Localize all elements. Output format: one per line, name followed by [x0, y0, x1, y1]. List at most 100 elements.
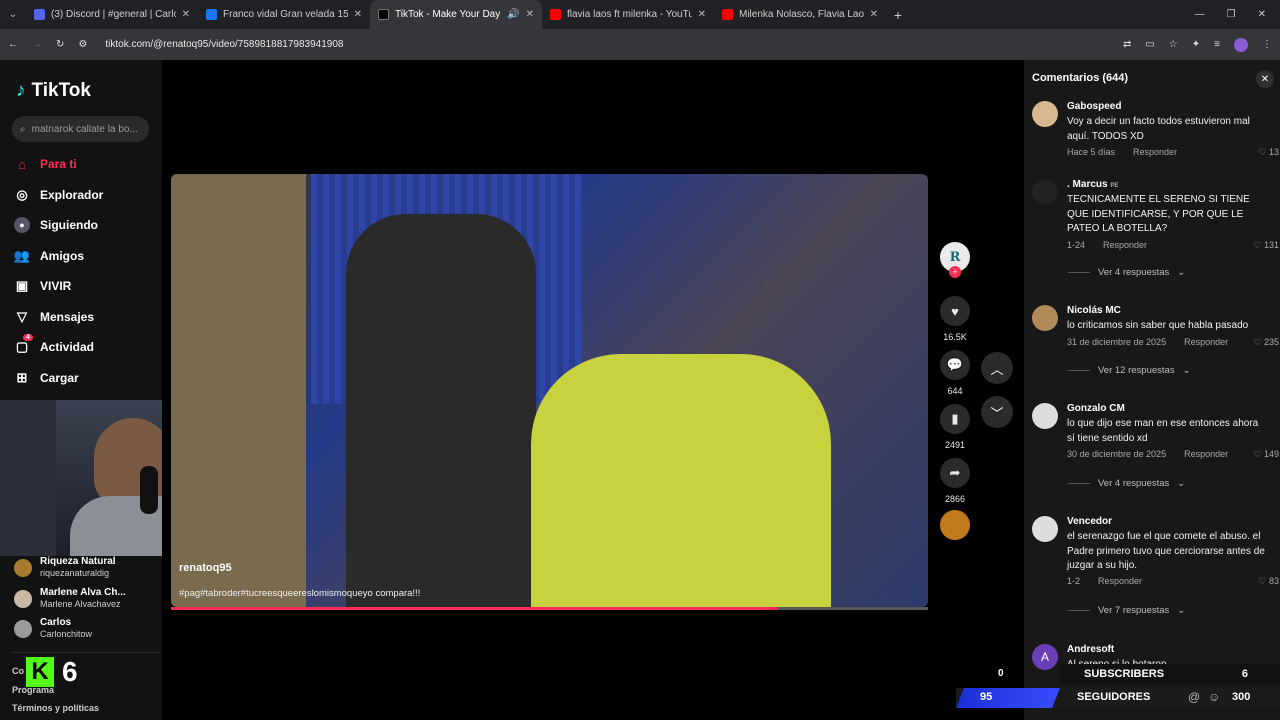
like-button[interactable]: ♥ 16.5K: [940, 296, 970, 342]
video-author[interactable]: renatoq95: [179, 562, 232, 574]
like-count: 16.5K: [943, 332, 967, 342]
like-comment-button[interactable]: ♡ 83: [1258, 576, 1279, 587]
reading-list-icon[interactable]: ≡: [1214, 39, 1220, 50]
browser-tab[interactable]: flavia laos ft milenka - YouTube ✕: [542, 0, 714, 29]
comment-user[interactable]: Andresoft: [1067, 644, 1114, 655]
close-icon[interactable]: ✕: [182, 9, 190, 20]
bookmark-star-icon[interactable]: ☆: [1169, 39, 1178, 50]
browser-tab-active[interactable]: TikTok - Make Your Day 🔊 ✕: [370, 0, 542, 29]
following-account[interactable]: Carlos Carlonchitow: [14, 617, 92, 640]
author-avatar-button[interactable]: R +: [940, 242, 970, 278]
reply-button[interactable]: Responder: [1133, 147, 1177, 158]
comment-user[interactable]: Gonzalo CM: [1067, 403, 1125, 414]
close-icon[interactable]: ✕: [698, 9, 706, 20]
nav-vivir[interactable]: ▣ VIVIR: [14, 278, 72, 294]
following-account[interactable]: Riqueza Natural riquezanaturaldig: [14, 556, 116, 579]
comment-user[interactable]: Nicolás MC: [1067, 305, 1121, 316]
share-button[interactable]: ➦ 2866: [940, 458, 970, 504]
emoji-icon[interactable]: ☺: [1208, 690, 1220, 704]
close-icon: ✕: [1260, 73, 1270, 85]
site-info-icon[interactable]: ⚙: [78, 39, 87, 50]
microphone: [140, 466, 158, 514]
back-icon[interactable]: ←: [8, 39, 18, 50]
close-icon[interactable]: ✕: [354, 9, 362, 20]
minimize-icon[interactable]: —: [1195, 9, 1205, 20]
nav-label: Siguiendo: [40, 218, 98, 232]
like-comment-button[interactable]: ♡ 235: [1253, 337, 1279, 348]
view-replies-label: Ver 12 respuestas: [1098, 365, 1175, 376]
browser-tab[interactable]: Franco vidal Gran velada 15 de ✕: [198, 0, 370, 29]
new-tab-icon[interactable]: +: [886, 7, 910, 23]
divider: [1068, 272, 1090, 273]
following-account[interactable]: Marlene Alva Ch... Marlene Alvachavez: [14, 587, 126, 610]
view-replies-button[interactable]: Ver 4 respuestas ⌄: [1068, 267, 1185, 278]
address-bar[interactable]: tiktok.com/@renatoq95/video/758981881798…: [101, 34, 1109, 56]
comment-button[interactable]: 💬 644: [940, 350, 970, 396]
like-comment-button[interactable]: ♡ 13: [1258, 147, 1279, 158]
nav-siguiendo[interactable]: ● Siguiendo: [14, 217, 98, 233]
nav-cargar[interactable]: ⊞ Cargar: [14, 370, 79, 386]
chevron-down-icon: ⌄: [1177, 605, 1186, 616]
tab-search-icon[interactable]: ⌄: [0, 9, 26, 20]
reload-icon[interactable]: ↻: [56, 39, 64, 50]
browser-tab[interactable]: (3) Discord | #general | Carlonc ✕: [26, 0, 198, 29]
browser-tab[interactable]: Milenka Nolasco, Flavia Laos - | ✕: [714, 0, 886, 29]
avatar: [14, 558, 32, 577]
close-icon[interactable]: ✕: [526, 9, 534, 20]
translate-icon[interactable]: ⇄: [1123, 39, 1131, 50]
avatar[interactable]: A: [1032, 644, 1058, 670]
view-replies-button[interactable]: Ver 7 respuestas ⌄: [1068, 605, 1185, 616]
music-disc[interactable]: [940, 510, 970, 540]
view-replies-button[interactable]: Ver 4 respuestas ⌄: [1068, 478, 1185, 489]
avatar[interactable]: [1032, 516, 1058, 542]
comment-user[interactable]: Vencedor: [1067, 516, 1112, 527]
close-icon[interactable]: ✕: [870, 9, 878, 20]
next-video-button[interactable]: ﹀: [981, 396, 1013, 428]
speaker-icon[interactable]: 🔊: [507, 9, 519, 20]
reply-button[interactable]: Responder: [1184, 337, 1228, 348]
footer-link[interactable]: Términos y políticas: [12, 703, 99, 713]
nav-amigos[interactable]: 👥 Amigos: [14, 248, 84, 264]
nav-para-ti[interactable]: ⌂ Para ti: [14, 156, 77, 172]
search-input[interactable]: ⌕ matnarok callate la bo...: [12, 116, 149, 142]
divider: [1068, 370, 1090, 371]
follow-plus-icon[interactable]: +: [949, 266, 961, 278]
nav-actividad[interactable]: ▢ 4 Actividad: [14, 334, 94, 355]
tiktok-note-icon: ♪: [16, 80, 26, 101]
nav-label: Para ti: [40, 157, 77, 171]
previous-video-button[interactable]: ︿: [981, 352, 1013, 384]
profile-avatar[interactable]: [1234, 37, 1248, 52]
menu-icon[interactable]: ⋮: [1262, 39, 1272, 50]
extensions-icon[interactable]: ✦: [1192, 39, 1200, 50]
reply-button[interactable]: Responder: [1103, 240, 1147, 251]
footer-link[interactable]: Co: [12, 666, 24, 676]
restore-icon[interactable]: ❐: [1227, 9, 1236, 20]
like-comment-button[interactable]: ♡ 131: [1253, 240, 1279, 251]
browser-toolbar: ← → ↻ ⚙ tiktok.com/@renatoq95/video/7589…: [0, 29, 1280, 60]
mention-icon[interactable]: @: [1188, 690, 1200, 704]
comment-user[interactable]: Gabospeed: [1067, 101, 1121, 112]
nav-explorador[interactable]: ◎ Explorador: [14, 187, 103, 203]
video-progress[interactable]: [171, 607, 928, 610]
view-replies-button[interactable]: Ver 12 respuestas ⌄: [1068, 365, 1191, 376]
avatar[interactable]: [1032, 403, 1058, 429]
reply-button[interactable]: Responder: [1098, 576, 1142, 587]
video-caption[interactable]: #pag#tabroder#tucreesqueereslomismoqueyo…: [179, 588, 420, 599]
nav-mensajes[interactable]: ▽ Mensajes: [14, 309, 94, 325]
close-comments-button[interactable]: ✕: [1256, 70, 1274, 88]
forward-icon[interactable]: →: [32, 39, 42, 50]
close-window-icon[interactable]: ✕: [1258, 9, 1266, 20]
avatar[interactable]: [1032, 179, 1058, 205]
reply-button[interactable]: Responder: [1184, 449, 1228, 460]
save-button[interactable]: ▮ 2491: [940, 404, 970, 450]
avatar[interactable]: [1032, 305, 1058, 331]
avatar[interactable]: [1032, 101, 1058, 127]
like-comment-button[interactable]: ♡ 149: [1253, 449, 1279, 460]
youtube-icon: [550, 9, 561, 20]
tiktok-logo[interactable]: ♪ TikTok: [16, 80, 91, 102]
cast-icon[interactable]: ▭: [1145, 39, 1154, 50]
comment-user[interactable]: . Marcus PE: [1067, 179, 1118, 190]
kick-counter: K 6: [26, 656, 78, 688]
nav-label: Mensajes: [40, 310, 95, 324]
video-player[interactable]: renatoq95 #pag#tabroder#tucreesqueereslo…: [171, 174, 928, 607]
